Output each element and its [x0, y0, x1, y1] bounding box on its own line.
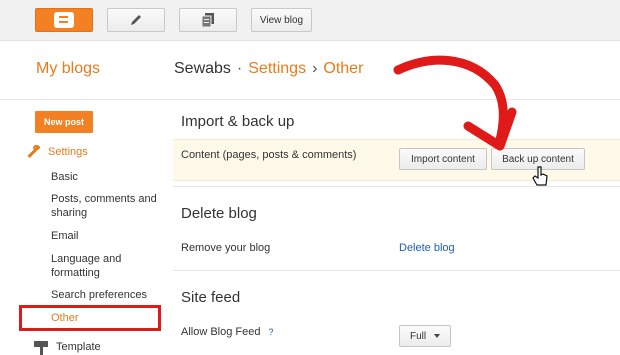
section-divider	[173, 186, 620, 187]
pencil-icon	[131, 15, 141, 25]
sidebar-item-label: Settings	[48, 146, 88, 158]
highlight-box	[19, 305, 161, 331]
allow-blog-feed-label: Allow Blog Feed	[181, 326, 261, 338]
pages-button[interactable]	[179, 8, 237, 32]
chevron-down-icon	[434, 334, 441, 338]
breadcrumb-other[interactable]: Other	[323, 60, 363, 78]
view-blog-button[interactable]: View blog	[251, 8, 312, 32]
new-post-pencil-button[interactable]	[107, 8, 165, 32]
allow-blog-feed-row: Allow Blog Feed?	[181, 326, 274, 338]
section-divider	[173, 270, 620, 271]
delete-blog-link[interactable]: Delete blog	[399, 242, 455, 254]
breadcrumb-settings[interactable]: Settings	[248, 60, 306, 78]
remove-blog-label: Remove your blog	[181, 242, 271, 254]
breadcrumb-blog: Sewabs	[174, 60, 231, 77]
content-label: Content (pages, posts & comments)	[181, 149, 357, 161]
help-icon[interactable]: ?	[269, 327, 274, 337]
blog-feed-select[interactable]: Full	[399, 325, 451, 347]
breadcrumb: Sewabs · Settings › Other	[174, 60, 363, 78]
import-backup-heading: Import & back up	[181, 113, 295, 130]
sidebar-item-email[interactable]: Email	[51, 229, 79, 243]
new-post-button[interactable]: New post	[35, 111, 93, 133]
red-arrow-path	[393, 55, 508, 145]
blogger-logo-icon	[54, 12, 74, 28]
blog-feed-select-value: Full	[410, 330, 427, 342]
wrench-icon	[26, 145, 40, 159]
my-blogs-title[interactable]: My blogs	[36, 60, 100, 78]
sidebar-item-settings[interactable]: Settings	[26, 145, 88, 159]
sidebar-item-template[interactable]: Template	[34, 340, 101, 355]
back-up-content-button[interactable]: Back up content	[491, 148, 585, 170]
breadcrumb-separator: ›	[312, 60, 318, 77]
breadcrumb-separator: ·	[236, 60, 243, 77]
sidebar-item-search-preferences[interactable]: Search preferences	[51, 288, 147, 302]
sidebar-item-label: Template	[56, 341, 101, 353]
pages-icon	[202, 13, 214, 27]
top-toolbar: View blog	[0, 0, 620, 41]
sidebar-item-language-formatting[interactable]: Language and formatting	[51, 252, 141, 280]
blogger-logo-button[interactable]	[35, 8, 93, 32]
import-content-button[interactable]: Import content	[399, 148, 487, 170]
sidebar-item-basic[interactable]: Basic	[51, 170, 78, 184]
site-feed-heading: Site feed	[181, 289, 241, 306]
sidebar-item-posts-comments-sharing[interactable]: Posts, comments and sharing	[51, 192, 161, 220]
paint-roller-icon	[34, 340, 48, 355]
delete-blog-heading: Delete blog	[181, 205, 257, 222]
